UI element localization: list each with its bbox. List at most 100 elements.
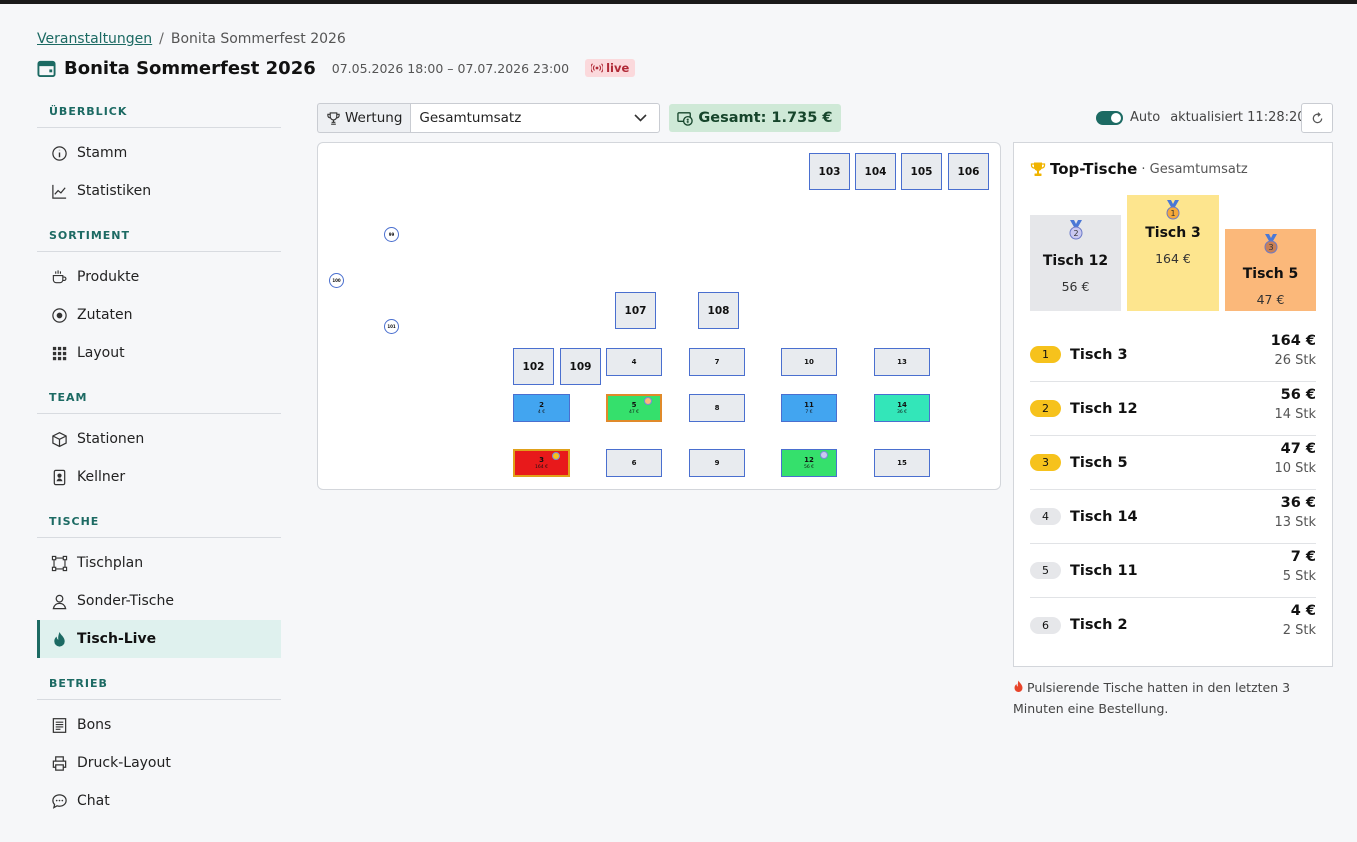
table-number: 106 — [957, 165, 980, 178]
table-5[interactable]: 5 47 € — [606, 394, 662, 422]
table-12[interactable]: 12 56 € — [781, 449, 837, 477]
ranking-row[interactable]: 3 Tisch 5 47 € 10 Stk — [1030, 436, 1316, 490]
sidebar-item-label: Statistiken — [77, 183, 152, 199]
ranking-row[interactable]: 6 Tisch 2 4 € 2 Stk — [1030, 598, 1316, 652]
table-10[interactable]: 10 — [781, 348, 837, 376]
sidebar-section: Stamm Statistiken — [37, 128, 281, 220]
total-value: Gesamt: 1.735 € — [698, 110, 833, 126]
sidebar-item-layout[interactable]: Layout — [37, 334, 281, 372]
seat-100[interactable]: 100 — [329, 273, 344, 288]
table-108[interactable]: 108 — [698, 292, 739, 329]
sidebar-item-zutaten[interactable]: Zutaten — [37, 296, 281, 334]
table-11[interactable]: 11 7 € — [781, 394, 837, 422]
sidebar-item-statistiken[interactable]: Statistiken — [37, 172, 281, 210]
top-tables-title: Top-Tische — [1050, 160, 1138, 178]
table-6[interactable]: 6 — [606, 449, 662, 477]
table-4[interactable]: 4 — [606, 348, 662, 376]
wertung-text: Wertung — [345, 110, 403, 126]
sidebar-item-stationen[interactable]: Stationen — [37, 420, 281, 458]
table-106[interactable]: 106 — [948, 153, 989, 190]
table-103[interactable]: 103 — [809, 153, 850, 190]
table-14[interactable]: 14 36 € — [874, 394, 930, 422]
sidebar-item-tischplan[interactable]: Tischplan — [37, 544, 281, 582]
ranking-row[interactable]: 2 Tisch 12 56 € 14 Stk — [1030, 382, 1316, 436]
page-title: Bonita Sommerfest 2026 — [64, 57, 316, 79]
rank-stats: 47 € 10 Stk — [1274, 441, 1316, 476]
rank-stats: 56 € 14 Stk — [1274, 387, 1316, 422]
seat-99[interactable]: 99 — [384, 227, 399, 242]
floor-plan: 103 104 105 106 107 108 102 109 4 7 10 13 2 4 €5 47 €8… — [317, 142, 1001, 490]
table-number: 9 — [714, 459, 720, 467]
wertung-select[interactable]: Gesamtumsatz — [410, 103, 661, 133]
table-number: 6 — [631, 459, 637, 467]
ranking-row[interactable]: 1 Tisch 3 164 € 26 Stk — [1030, 328, 1316, 382]
table-13[interactable]: 13 — [874, 348, 930, 376]
auto-label: Auto — [1130, 110, 1161, 125]
medal-icon: 1 — [1166, 200, 1180, 220]
sidebar-item-kellner[interactable]: Kellner — [37, 458, 281, 496]
podium-name: Tisch 3 — [1145, 225, 1201, 241]
calendar-icon — [37, 60, 56, 77]
badge-icon — [53, 469, 66, 485]
table-number: 13 — [897, 358, 907, 366]
table-number: 3 — [539, 456, 544, 464]
sidebar-section-title: TISCHE — [37, 506, 281, 538]
sidebar-item-bons[interactable]: Bons — [37, 706, 281, 744]
sidebar-item-druck-layout[interactable]: Druck-Layout — [37, 744, 281, 782]
event-dates: 07.05.2026 18:00 – 07.07.2026 23:00 — [331, 60, 570, 76]
top-tables-header: Top-Tische · Gesamtumsatz — [1030, 160, 1248, 178]
footnote-text: Pulsierende Tische hatten in den letzten… — [1013, 680, 1291, 716]
breadcrumb-current: Bonita Sommerfest 2026 — [170, 31, 346, 47]
sidebar-item-tisch-live[interactable]: Tisch-Live — [37, 620, 281, 658]
sidebar-section-title: BETRIEB — [37, 668, 281, 700]
seat-101[interactable]: 101 — [384, 319, 399, 334]
rank-badge: 4 — [1030, 508, 1061, 525]
sidebar-item-label: Produkte — [77, 269, 140, 285]
medal-icon: 3 — [1264, 234, 1277, 254]
live-label: live — [606, 61, 630, 75]
sidebar-item-label: Druck-Layout — [77, 755, 171, 771]
refresh-button[interactable] — [1301, 103, 1333, 133]
sidebar: ÜBERBLICK Stamm Statistiken SORTIMENT Produk… — [37, 96, 281, 830]
table-3[interactable]: 3 164 € — [513, 449, 570, 477]
table-8[interactable]: 8 — [689, 394, 745, 422]
table-7[interactable]: 7 — [689, 348, 745, 376]
sidebar-item-stamm[interactable]: Stamm — [37, 134, 281, 172]
ranking-row[interactable]: 4 Tisch 14 36 € 13 Stk — [1030, 490, 1316, 544]
table-number: 7 — [714, 358, 720, 366]
sidebar-item-produkte[interactable]: Produkte — [37, 258, 281, 296]
table-revenue: 164 € — [535, 465, 548, 470]
table-9[interactable]: 9 — [689, 449, 745, 477]
rank-stats: 36 € 13 Stk — [1274, 495, 1316, 530]
table-107[interactable]: 107 — [615, 292, 656, 329]
sidebar-section-title: TEAM — [37, 382, 281, 414]
table-revenue: 36 € — [896, 410, 908, 415]
sidebar-item-label: Chat — [77, 793, 110, 809]
rank-table-name: Tisch 5 — [1070, 454, 1128, 471]
ingredient-icon — [52, 307, 67, 323]
table-102[interactable]: 102 — [513, 348, 554, 385]
sidebar-item-chat[interactable]: Chat — [37, 782, 281, 820]
rank-stats: 7 € 5 Stk — [1283, 549, 1316, 584]
breadcrumb: Veranstaltungen / Bonita Sommerfest 2026 — [37, 31, 346, 47]
table-109[interactable]: 109 — [560, 348, 601, 385]
table-104[interactable]: 104 — [855, 153, 896, 190]
ranking-list: 1 Tisch 3 164 € 26 Stk 2 Tisch 12 56 € 1… — [1030, 328, 1316, 652]
receipt-icon — [52, 717, 67, 733]
table-2[interactable]: 24 € — [513, 394, 570, 422]
rank-count: 5 Stk — [1282, 569, 1316, 584]
table-15[interactable]: 15 — [874, 449, 930, 477]
rank-table-name: Tisch 12 — [1070, 400, 1138, 417]
breadcrumb-link-veranstaltungen[interactable]: Veranstaltungen — [37, 31, 152, 47]
sidebar-item-sonder-tische[interactable]: Sonder-Tische — [37, 582, 281, 620]
table-number: 11 — [804, 401, 814, 409]
ranking-row[interactable]: 5 Tisch 11 7 € 5 Stk — [1030, 544, 1316, 598]
rank-stats: 164 € 26 Stk — [1271, 333, 1316, 368]
table-number: 104 — [864, 165, 887, 178]
flame-icon — [54, 631, 65, 647]
flame-icon — [1014, 680, 1023, 692]
table-105[interactable]: 105 — [901, 153, 942, 190]
rank-badge: 6 — [1030, 616, 1061, 634]
sidebar-section: Bons Druck-Layout Chat — [37, 700, 281, 830]
auto-toggle[interactable] — [1096, 110, 1123, 125]
